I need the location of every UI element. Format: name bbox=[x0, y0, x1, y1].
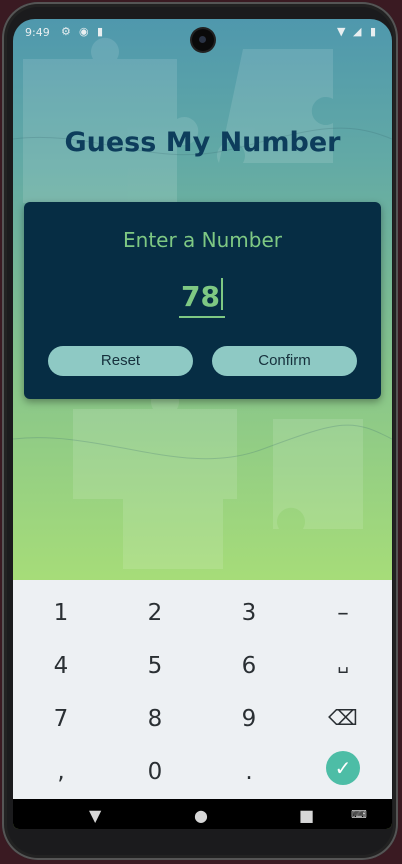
key-minus[interactable]: – bbox=[313, 600, 373, 626]
text-caret bbox=[220, 278, 223, 310]
key-7[interactable]: 7 bbox=[31, 706, 91, 732]
key-period[interactable]: . bbox=[219, 759, 279, 785]
key-5[interactable]: 5 bbox=[125, 653, 185, 679]
numeric-keyboard: 1 2 3 – 4 5 6 ␣ 7 8 9 ⌫ , 0 . ✓ bbox=[13, 580, 392, 799]
key-comma[interactable]: , bbox=[31, 759, 91, 785]
key-6[interactable]: 6 bbox=[219, 653, 279, 679]
settings-icon: ⚙ bbox=[61, 25, 71, 38]
signal-icon: ◢ bbox=[353, 25, 362, 38]
key-3[interactable]: 3 bbox=[219, 600, 279, 626]
confirm-button[interactable]: Confirm bbox=[212, 346, 357, 376]
status-time: 9:49 bbox=[25, 26, 50, 39]
screen: 9:49 ⚙ ◉ ▮ ▼ ◢ ▮ Guess My Number Enter a… bbox=[13, 19, 392, 829]
key-2[interactable]: 2 bbox=[125, 600, 185, 626]
battery-icon: ▮ bbox=[370, 25, 377, 38]
key-8[interactable]: 8 bbox=[125, 706, 185, 732]
wifi-icon: ▼ bbox=[337, 25, 346, 38]
key-space[interactable]: ␣ bbox=[313, 653, 373, 674]
front-camera bbox=[192, 29, 214, 51]
home-icon[interactable]: ● bbox=[194, 806, 208, 825]
sim-card-icon: ▮ bbox=[97, 25, 104, 38]
key-1[interactable]: 1 bbox=[31, 600, 91, 626]
back-icon[interactable]: ▼ bbox=[89, 806, 101, 825]
input-card: Enter a Number 78 Reset Confirm bbox=[24, 202, 381, 399]
phone-frame: 9:49 ⚙ ◉ ▮ ▼ ◢ ▮ Guess My Number Enter a… bbox=[2, 2, 398, 860]
keyboard-switch-icon[interactable]: ⌨ bbox=[351, 808, 367, 821]
recents-icon[interactable]: ■ bbox=[299, 806, 314, 825]
page-title: Guess My Number bbox=[64, 127, 341, 158]
backspace-icon[interactable]: ⌫ bbox=[313, 706, 373, 730]
key-4[interactable]: 4 bbox=[31, 653, 91, 679]
prompt-label: Enter a Number bbox=[123, 228, 282, 252]
done-check-icon[interactable]: ✓ bbox=[326, 751, 360, 785]
number-input[interactable]: 78 bbox=[179, 277, 225, 318]
key-9[interactable]: 9 bbox=[219, 706, 279, 732]
key-0[interactable]: 0 bbox=[125, 759, 185, 785]
reset-button[interactable]: Reset bbox=[48, 346, 193, 376]
navigation-bar: ▼ ● ■ ⌨ bbox=[13, 799, 392, 829]
number-input-value: 78 bbox=[181, 280, 220, 313]
notification-icon: ◉ bbox=[79, 25, 89, 38]
